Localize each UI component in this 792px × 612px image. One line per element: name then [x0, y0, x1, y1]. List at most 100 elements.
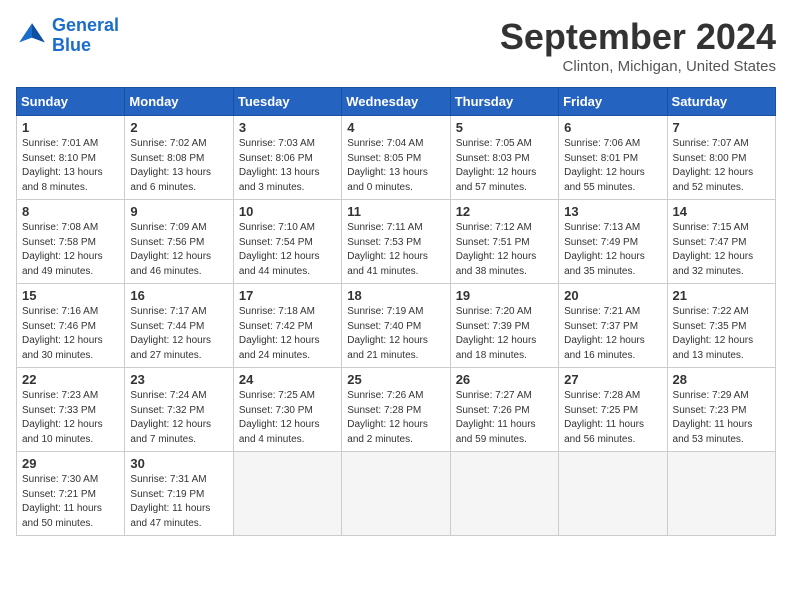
calendar-week-row: 22 Sunrise: 7:23 AM Sunset: 7:33 PM Dayli… — [17, 368, 776, 452]
day-number: 24 — [239, 372, 336, 387]
day-info: Sunrise: 7:28 AM Sunset: 7:25 PM Dayligh… — [564, 389, 661, 447]
day-info: Sunrise: 7:06 AM Sunset: 8:01 PM Dayligh… — [564, 137, 661, 195]
calendar-cell: 19 Sunrise: 7:20 AM Sunset: 7:39 PM Dayli… — [450, 284, 558, 368]
calendar-cell — [667, 452, 775, 536]
logo: General Blue — [16, 16, 119, 56]
weekday-header: Friday — [559, 88, 667, 116]
day-info: Sunrise: 7:03 AM Sunset: 8:06 PM Dayligh… — [239, 137, 336, 195]
calendar-cell: 3Sunrise: 7:03 AM Sunset: 8:06 PM Daylig… — [233, 116, 341, 200]
calendar-cell: 23Sunrise: 7:24 AM Sunset: 7:32 PM Dayli… — [125, 368, 233, 452]
weekday-header: Saturday — [667, 88, 775, 116]
day-info: Sunrise: 7:20 AM Sunset: 7:39 PM Dayligh… — [456, 305, 553, 363]
weekday-header: Monday — [125, 88, 233, 116]
calendar-table: SundayMondayTuesdayWednesdayThursdayFrid… — [16, 87, 776, 536]
day-number: 28 — [673, 372, 770, 387]
location: Clinton, Michigan, United States — [500, 58, 776, 75]
day-info: Sunrise: 7:22 AM Sunset: 7:35 PM Dayligh… — [673, 305, 770, 363]
day-number: 19 — [456, 288, 553, 303]
calendar-cell: 21Sunrise: 7:22 AM Sunset: 7:35 PM Dayli… — [667, 284, 775, 368]
calendar-cell: 17 Sunrise: 7:18 AM Sunset: 7:42 PM Dayli… — [233, 284, 341, 368]
day-number: 18 — [347, 288, 444, 303]
calendar-cell: 12 Sunrise: 7:12 AM Sunset: 7:51 PM Dayli… — [450, 200, 558, 284]
calendar-cell — [233, 452, 341, 536]
day-info: Sunrise: 7:17 AM Sunset: 7:44 PM Dayligh… — [130, 305, 227, 363]
calendar-cell: 25 Sunrise: 7:26 AM Sunset: 7:28 PM Dayli… — [342, 368, 450, 452]
calendar-cell: 28 Sunrise: 7:29 AM Sunset: 7:23 PM Dayli… — [667, 368, 775, 452]
day-info: Sunrise: 7:12 AM Sunset: 7:51 PM Dayligh… — [456, 221, 553, 279]
day-number: 20 — [564, 288, 661, 303]
day-number: 11 — [347, 204, 444, 219]
calendar-cell: 26 Sunrise: 7:27 AM Sunset: 7:26 PM Dayli… — [450, 368, 558, 452]
title-block: September 2024 Clinton, Michigan, United… — [500, 16, 776, 75]
calendar-cell: 9Sunrise: 7:09 AM Sunset: 7:56 PM Daylig… — [125, 200, 233, 284]
calendar-cell: 5Sunrise: 7:05 AM Sunset: 8:03 PM Daylig… — [450, 116, 558, 200]
weekday-header: Sunday — [17, 88, 125, 116]
day-info: Sunrise: 7:07 AM Sunset: 8:00 PM Dayligh… — [673, 137, 770, 195]
calendar-cell: 30Sunrise: 7:31 AM Sunset: 7:19 PM Dayli… — [125, 452, 233, 536]
day-info: Sunrise: 7:27 AM Sunset: 7:26 PM Dayligh… — [456, 389, 553, 447]
calendar-cell — [450, 452, 558, 536]
day-number: 14 — [673, 204, 770, 219]
calendar-week-row: 29 Sunrise: 7:30 AM Sunset: 7:21 PM Dayli… — [17, 452, 776, 536]
calendar-cell — [559, 452, 667, 536]
day-info: Sunrise: 7:19 AM Sunset: 7:40 PM Dayligh… — [347, 305, 444, 363]
day-info: Sunrise: 7:18 AM Sunset: 7:42 PM Dayligh… — [239, 305, 336, 363]
calendar-cell: 7 Sunrise: 7:07 AM Sunset: 8:00 PM Daylig… — [667, 116, 775, 200]
day-info: Sunrise: 7:10 AM Sunset: 7:54 PM Dayligh… — [239, 221, 336, 279]
day-number: 17 — [239, 288, 336, 303]
weekday-header: Tuesday — [233, 88, 341, 116]
day-number: 8 — [22, 204, 119, 219]
day-number: 27 — [564, 372, 661, 387]
day-info: Sunrise: 7:01 AM Sunset: 8:10 PM Dayligh… — [22, 137, 119, 195]
day-number: 22 — [22, 372, 119, 387]
calendar-cell: 10 Sunrise: 7:10 AM Sunset: 7:54 PM Dayli… — [233, 200, 341, 284]
calendar-cell: 18 Sunrise: 7:19 AM Sunset: 7:40 PM Dayli… — [342, 284, 450, 368]
calendar-header-row: SundayMondayTuesdayWednesdayThursdayFrid… — [17, 88, 776, 116]
calendar-cell: 27 Sunrise: 7:28 AM Sunset: 7:25 PM Dayli… — [559, 368, 667, 452]
day-number: 16 — [130, 288, 227, 303]
day-number: 25 — [347, 372, 444, 387]
calendar-week-row: 15 Sunrise: 7:16 AM Sunset: 7:46 PM Dayli… — [17, 284, 776, 368]
calendar-cell: 13Sunrise: 7:13 AM Sunset: 7:49 PM Dayli… — [559, 200, 667, 284]
calendar-week-row: 1Sunrise: 7:01 AM Sunset: 8:10 PM Daylig… — [17, 116, 776, 200]
day-number: 15 — [22, 288, 119, 303]
day-number: 4 — [347, 120, 444, 135]
page-header: General Blue September 2024 Clinton, Mic… — [16, 16, 776, 75]
day-info: Sunrise: 7:29 AM Sunset: 7:23 PM Dayligh… — [673, 389, 770, 447]
day-number: 12 — [456, 204, 553, 219]
day-number: 26 — [456, 372, 553, 387]
calendar-cell: 22 Sunrise: 7:23 AM Sunset: 7:33 PM Dayli… — [17, 368, 125, 452]
day-number: 29 — [22, 456, 119, 471]
calendar-cell: 8 Sunrise: 7:08 AM Sunset: 7:58 PM Daylig… — [17, 200, 125, 284]
calendar-cell: 1Sunrise: 7:01 AM Sunset: 8:10 PM Daylig… — [17, 116, 125, 200]
day-info: Sunrise: 7:04 AM Sunset: 8:05 PM Dayligh… — [347, 137, 444, 195]
day-number: 13 — [564, 204, 661, 219]
calendar-cell: 16 Sunrise: 7:17 AM Sunset: 7:44 PM Dayli… — [125, 284, 233, 368]
day-number: 7 — [673, 120, 770, 135]
calendar-cell — [342, 452, 450, 536]
weekday-header: Thursday — [450, 88, 558, 116]
day-info: Sunrise: 7:11 AM Sunset: 7:53 PM Dayligh… — [347, 221, 444, 279]
day-info: Sunrise: 7:23 AM Sunset: 7:33 PM Dayligh… — [22, 389, 119, 447]
day-info: Sunrise: 7:08 AM Sunset: 7:58 PM Dayligh… — [22, 221, 119, 279]
calendar-cell: 14Sunrise: 7:15 AM Sunset: 7:47 PM Dayli… — [667, 200, 775, 284]
day-info: Sunrise: 7:16 AM Sunset: 7:46 PM Dayligh… — [22, 305, 119, 363]
calendar-cell: 20 Sunrise: 7:21 AM Sunset: 7:37 PM Dayli… — [559, 284, 667, 368]
day-info: Sunrise: 7:31 AM Sunset: 7:19 PM Dayligh… — [130, 473, 227, 531]
day-info: Sunrise: 7:09 AM Sunset: 7:56 PM Dayligh… — [130, 221, 227, 279]
calendar-cell: 11 Sunrise: 7:11 AM Sunset: 7:53 PM Dayli… — [342, 200, 450, 284]
month-title: September 2024 — [500, 16, 776, 58]
day-info: Sunrise: 7:02 AM Sunset: 8:08 PM Dayligh… — [130, 137, 227, 195]
calendar-cell: 6Sunrise: 7:06 AM Sunset: 8:01 PM Daylig… — [559, 116, 667, 200]
logo-icon — [16, 20, 48, 52]
day-number: 10 — [239, 204, 336, 219]
day-info: Sunrise: 7:30 AM Sunset: 7:21 PM Dayligh… — [22, 473, 119, 531]
calendar-cell: 15 Sunrise: 7:16 AM Sunset: 7:46 PM Dayli… — [17, 284, 125, 368]
weekday-header: Wednesday — [342, 88, 450, 116]
day-info: Sunrise: 7:25 AM Sunset: 7:30 PM Dayligh… — [239, 389, 336, 447]
calendar-week-row: 8 Sunrise: 7:08 AM Sunset: 7:58 PM Daylig… — [17, 200, 776, 284]
calendar-cell: 29 Sunrise: 7:30 AM Sunset: 7:21 PM Dayli… — [17, 452, 125, 536]
calendar-cell: 4 Sunrise: 7:04 AM Sunset: 8:05 PM Daylig… — [342, 116, 450, 200]
day-info: Sunrise: 7:21 AM Sunset: 7:37 PM Dayligh… — [564, 305, 661, 363]
day-info: Sunrise: 7:26 AM Sunset: 7:28 PM Dayligh… — [347, 389, 444, 447]
